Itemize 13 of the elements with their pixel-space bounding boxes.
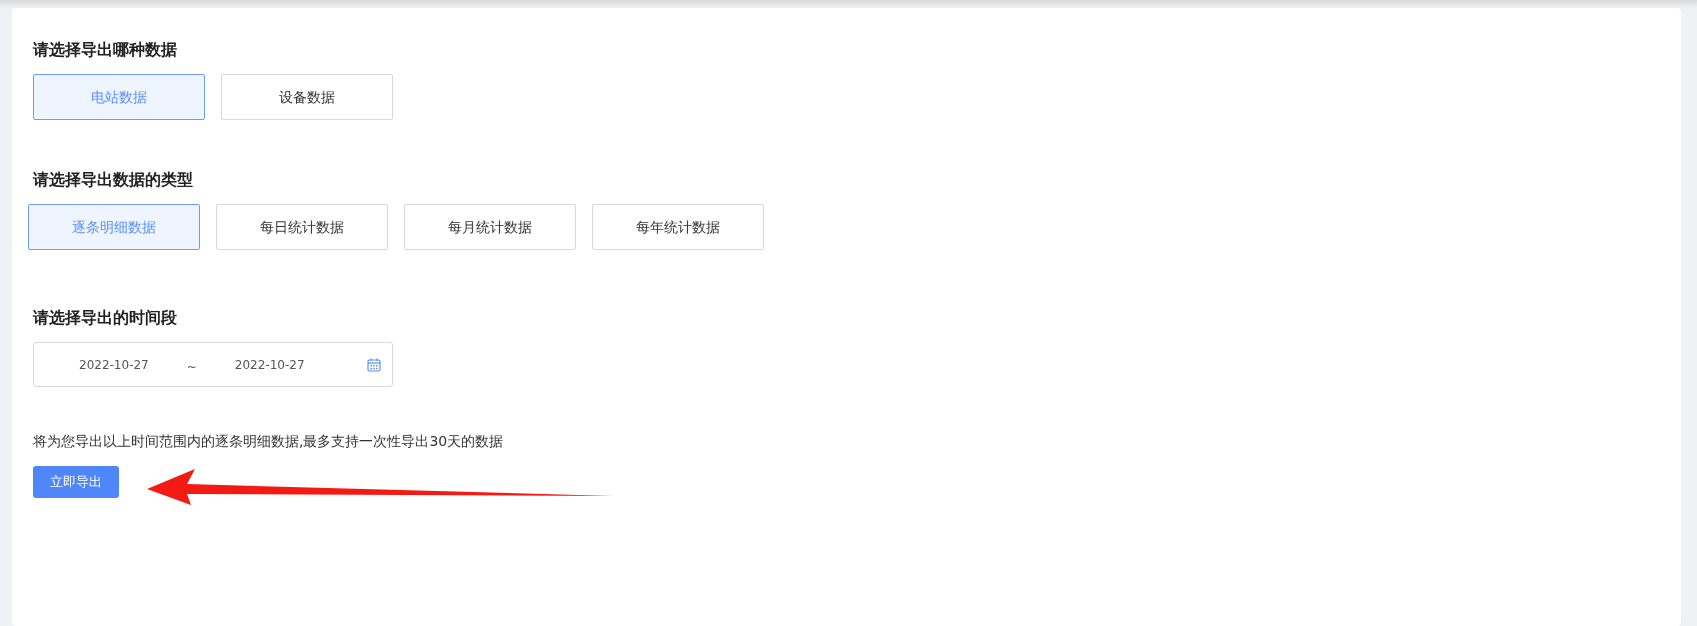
calendar-icon[interactable]	[367, 357, 381, 372]
section-title: 请选择导出哪种数据	[33, 39, 178, 61]
date-range-field[interactable]: 2022-10-27 ~ 2022-10-27	[33, 342, 393, 387]
range-separator: ~	[186, 358, 197, 376]
option-button[interactable]: 每年统计数据	[592, 204, 764, 250]
option-button[interactable]: 设备数据	[221, 74, 393, 120]
start-date: 2022-10-27	[79, 356, 149, 374]
notice-text: 将为您导出以上时间范围内的逐条明细数据,最多支持一次性导出30天的数据	[33, 432, 505, 451]
option-button[interactable]: 每月统计数据	[404, 204, 576, 250]
end-date: 2022-10-27	[234, 356, 305, 374]
section-title: 请选择导出数据的类型	[33, 169, 194, 191]
section-title: 请选择导出的时间段	[33, 307, 178, 329]
option-button[interactable]: 每日统计数据	[216, 204, 388, 250]
